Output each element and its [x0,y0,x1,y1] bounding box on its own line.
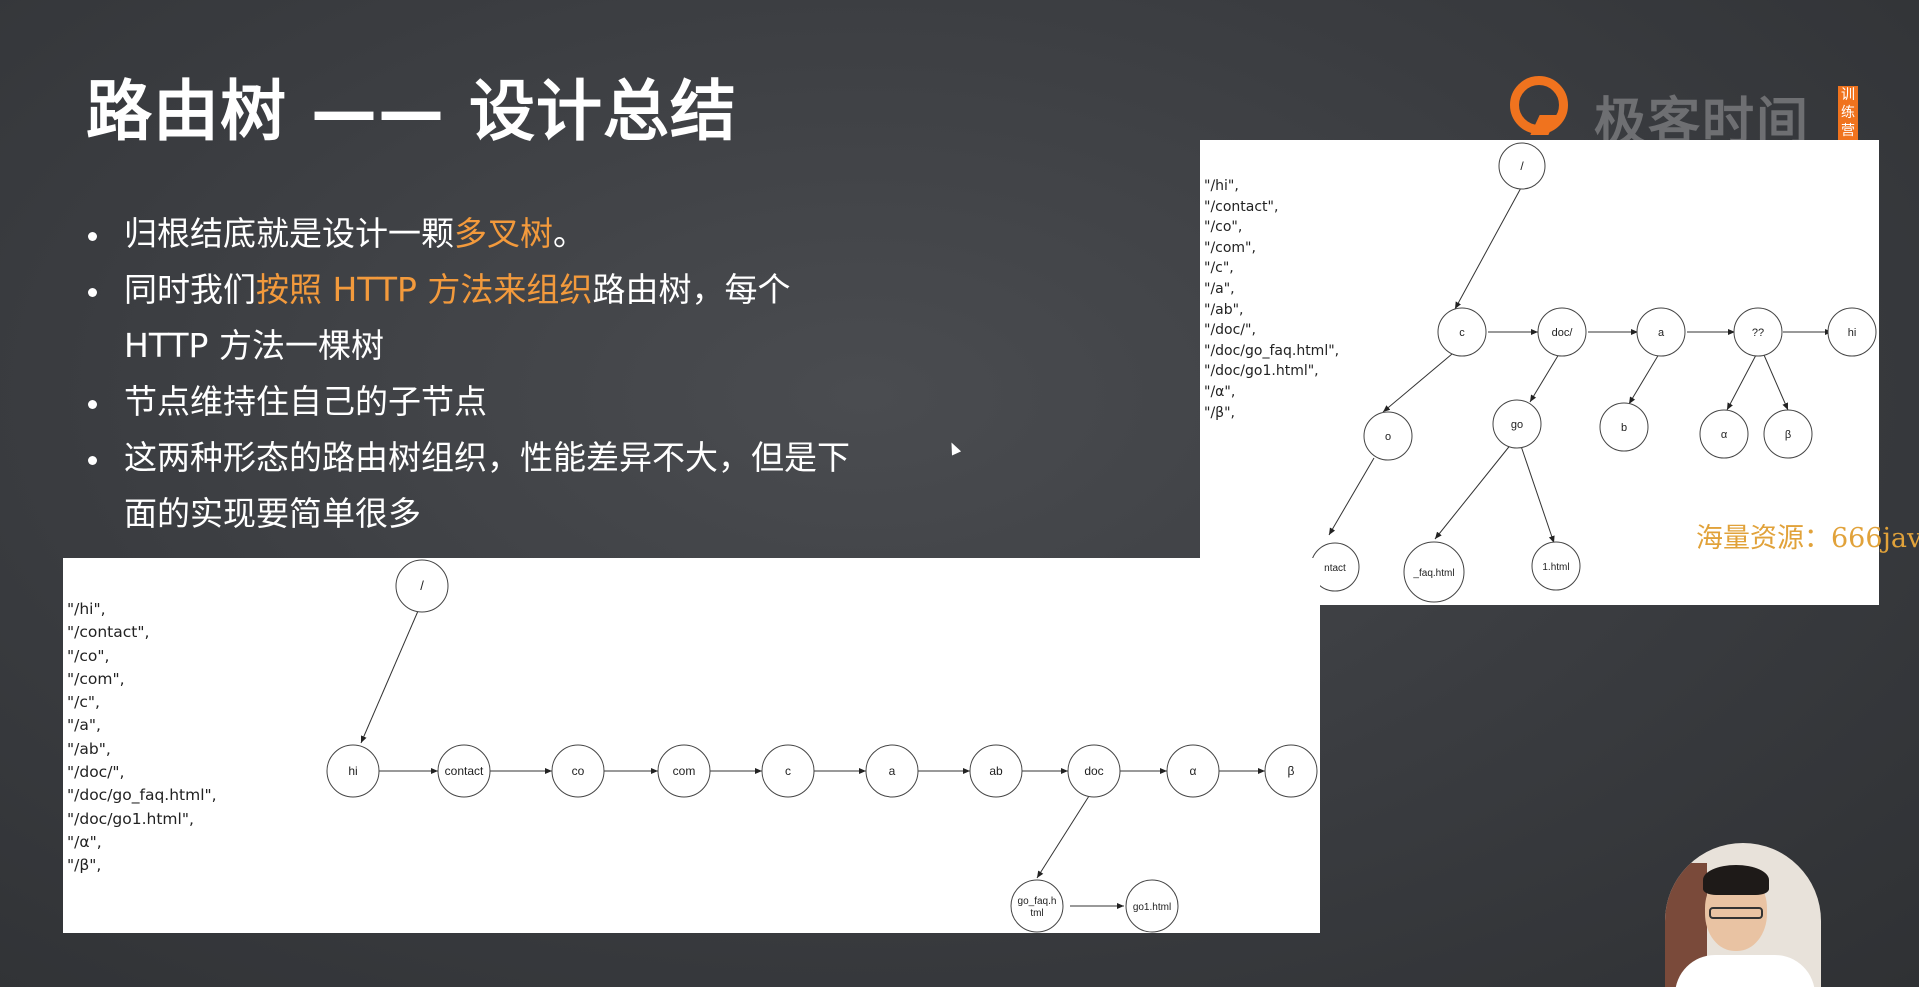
tree-node: / [395,559,449,613]
tree-node-label: _faq.html [1412,568,1454,579]
flat-tree-diagram: / hi contact co com c a ab doc α β go_faq.html go1.h… [326,559,1318,933]
bullet-item: 这两种形态的路由树组织，性能差异不大，但是下面的实现要简单很多 [88,430,868,542]
tree-node-label: hi [1848,327,1857,339]
bullet-text: 节点维持住自己的子节点 [124,382,487,421]
tree-node-label: ntact [1324,563,1346,574]
mouse-cursor-icon [946,440,962,456]
tree-node: go1.html [1125,879,1179,933]
tree-node: / [1498,142,1546,190]
tree-node-label: tml [1030,908,1043,919]
tree-node: c [1437,307,1487,357]
tree-node: β [1264,744,1318,798]
watermark-text: 海量资源：666java [1696,523,1919,554]
tree-node-label: a [889,764,896,778]
tree-node-label: b [1621,422,1627,434]
tree-node-label: hi [348,764,357,778]
tree-node: o [1363,411,1413,461]
tree-node-label: β [1288,764,1295,778]
tree-node-label: doc [1084,764,1103,778]
tree-node-label: c [1459,327,1465,339]
tree-node-label: ab [989,764,1003,778]
tree-node-label: go_faq.h [1018,896,1057,907]
bullet-text: 同时我们 [124,270,256,309]
bullet-item: 归根结底就是设计一颗多叉树。 [88,206,868,262]
bullet-item: 节点维持住自己的子节点 [88,374,868,430]
tree-node: com [657,744,711,798]
bullet-text: 。 [553,214,586,253]
tree-node: _faq.html [1403,541,1465,603]
tree-node: ab [969,744,1023,798]
flat-tree-diagram-panel: "/hi", "/contact", "/co", "/com", "/c", "/a",… [63,558,1320,933]
tree-node: go_faq.html [1010,879,1064,933]
geekbang-logo-icon [1510,76,1568,134]
tree-node-label: α [1721,429,1728,441]
tree-node: a [1636,307,1686,357]
presenter-video-avatar [1665,843,1821,987]
bullet-list: 归根结底就是设计一颗多叉树。 同时我们按照 HTTP 方法来组织路由树，每个 HT… [88,206,868,542]
bullet-item: 同时我们按照 HTTP 方法来组织路由树，每个 HTTP 方法一棵树 [88,262,868,374]
tree-node: doc [1067,744,1121,798]
tree-node-label: go [1511,419,1523,431]
tree-node: β [1763,409,1813,459]
tree-node: ?? [1733,307,1783,357]
bullet-text: 归根结底就是设计一颗 [124,214,454,253]
tree-node-label: com [673,764,696,778]
tree-node-label: a [1658,327,1665,339]
tree-node-label: co [572,764,585,778]
tree-node-label: 1.html [1542,562,1569,573]
tree-node: 1.html [1531,541,1581,591]
tree-node: a [865,744,919,798]
tree-node: co [551,744,605,798]
highlight-text: 多叉树 [454,214,553,253]
logo-badge: 训练营 [1838,86,1858,140]
slide-title: 路由树 —— 设计总结 [86,73,737,150]
tree-node-label: β [1785,429,1791,441]
tree-node-label: α [1190,764,1197,778]
tree-node-label: c [785,764,791,778]
tree-node: b [1599,402,1649,452]
brand-logo: 极客时间 训练营 [1510,72,1860,153]
tree-node-label: doc/ [1552,327,1574,339]
tree-node-label: contact [445,764,484,778]
tree-node: c [761,744,815,798]
tree-node-label: / [420,578,424,593]
tree-node: hi [1827,307,1877,357]
tree-node: contact [437,744,491,798]
highlight-text: 按照 HTTP 方法来组织 [256,270,593,309]
bullet-text: 这两种形态的路由树组织，性能差异不大，但是下面的实现要简单很多 [124,438,850,533]
tree-node: hi [326,744,380,798]
tree-node: α [1166,744,1220,798]
tree-node-label: ?? [1752,327,1764,339]
tree-node-label: go1.html [1133,902,1171,913]
tree-node: go [1492,399,1542,449]
tree-node: α [1699,409,1749,459]
tree-node: doc/ [1537,307,1587,357]
tree-node-label: o [1385,431,1391,443]
